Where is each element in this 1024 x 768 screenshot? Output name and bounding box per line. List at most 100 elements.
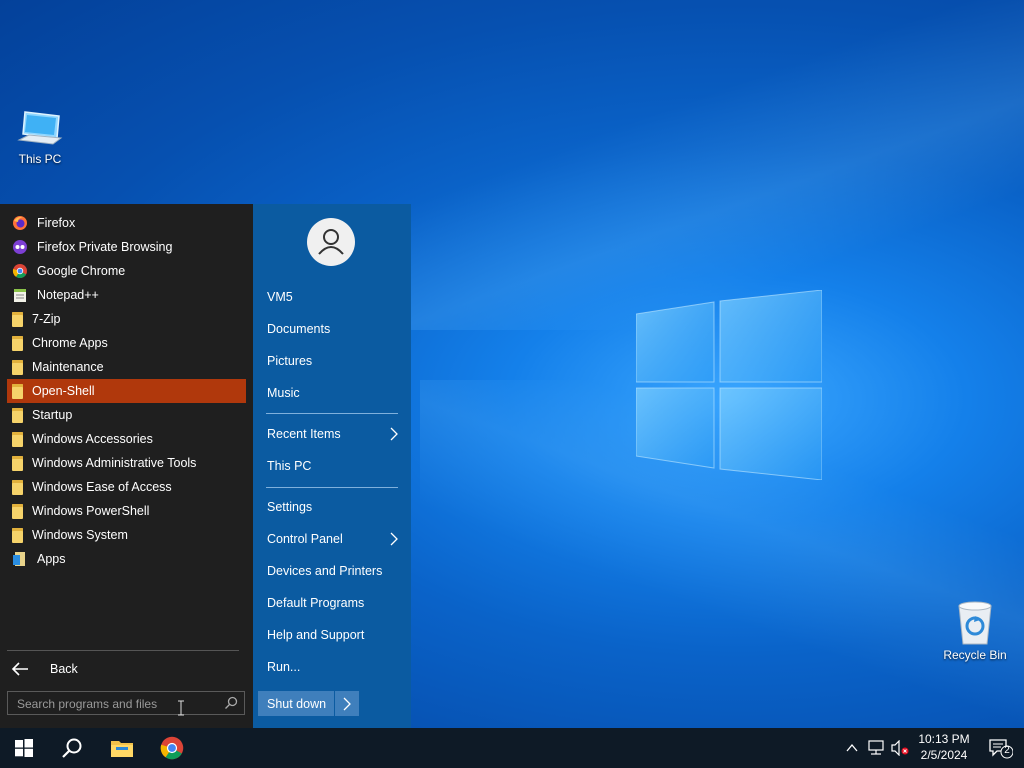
program-folder-startup[interactable]: Startup [7, 403, 246, 427]
search-input[interactable] [8, 692, 229, 716]
places-label: Documents [267, 322, 331, 336]
places-run[interactable]: Run... [258, 653, 404, 681]
chevron-right-icon [390, 427, 398, 441]
program-folder-open-shell[interactable]: Open-Shell [7, 379, 246, 403]
search-icon [62, 738, 82, 758]
places-recent-items[interactable]: Recent Items [258, 420, 404, 448]
chevron-right-icon [343, 697, 352, 710]
back-label: Back [50, 662, 78, 676]
program-folder-windows-ease-of-access[interactable]: Windows Ease of Access [7, 475, 246, 499]
notepad-plus-plus-icon [14, 289, 26, 302]
program-label: Google Chrome [37, 264, 126, 278]
folder-icon [12, 479, 23, 495]
firefox-private-icon [13, 240, 27, 254]
shutdown-options-button[interactable] [334, 691, 359, 716]
program-firefox-private-browsing[interactable]: Firefox Private Browsing [7, 235, 246, 259]
start-button[interactable] [0, 728, 48, 768]
program-folder-windows-system[interactable]: Windows System [7, 523, 246, 547]
chevron-up-icon [846, 744, 858, 752]
search-box[interactable] [7, 691, 245, 716]
program-folder-windows-powershell[interactable]: Windows PowerShell [7, 499, 246, 523]
shutdown-control: Shut down [258, 691, 359, 716]
places-control-panel[interactable]: Control Panel [258, 525, 404, 553]
program-label: Startup [32, 408, 73, 422]
places-music[interactable]: Music [258, 379, 404, 407]
search-button[interactable] [48, 728, 96, 768]
places-pictures[interactable]: Pictures [258, 347, 404, 375]
places-default-programs[interactable]: Default Programs [258, 589, 404, 617]
places-this-pc[interactable]: This PC [258, 452, 404, 480]
places-label: Settings [267, 500, 313, 514]
shutdown-label: Shut down [267, 696, 327, 711]
taskbar-clock[interactable]: 10:13 PM 2/5/2024 [912, 731, 976, 763]
action-center-button[interactable]: 2 [980, 728, 1020, 768]
folder-icon [12, 407, 23, 423]
folder-icon [12, 431, 23, 447]
desktop-icon-label: Recycle Bin [943, 648, 1007, 662]
program-apps[interactable]: Apps [7, 547, 246, 571]
folder-icon [12, 527, 23, 543]
programs-separator [7, 650, 239, 651]
program-label: 7-Zip [32, 312, 61, 326]
apps-icon [13, 552, 25, 566]
notification-count-badge: 2 [1004, 745, 1010, 756]
places-label: Pictures [267, 354, 313, 368]
program-folder-7-zip[interactable]: 7-Zip [7, 307, 246, 331]
shutdown-button[interactable]: Shut down [258, 691, 334, 716]
folder-icon [12, 311, 23, 327]
program-folder-windows-administrative-tools[interactable]: Windows Administrative Tools [7, 451, 246, 475]
desktop-icon-recycle-bin[interactable]: Recycle Bin [935, 600, 1015, 662]
folder-icon [12, 359, 23, 375]
program-label: Firefox [37, 216, 76, 230]
places-label: Help and Support [267, 628, 365, 642]
user-name-label: VM5 [267, 290, 293, 304]
chrome-icon [12, 264, 27, 279]
program-label: Windows System [32, 528, 128, 542]
file-explorer-icon [111, 741, 133, 757]
program-folder-chrome-apps[interactable]: Chrome Apps [7, 331, 246, 355]
show-hidden-icons-button[interactable] [840, 728, 864, 768]
places-separator [266, 413, 398, 414]
places-label: Default Programs [267, 596, 365, 610]
program-label: Apps [37, 552, 66, 566]
program-label: Windows Ease of Access [32, 480, 172, 494]
places-separator [266, 487, 398, 488]
search-icon [225, 696, 238, 709]
chrome-taskbar-button[interactable] [148, 728, 196, 768]
places-label: Control Panel [267, 532, 343, 546]
folder-icon [12, 455, 23, 471]
places-label: Devices and Printers [267, 564, 383, 578]
places-documents[interactable]: Documents [258, 315, 404, 343]
folder-icon [12, 503, 23, 519]
folder-icon [12, 383, 23, 399]
program-label: Notepad++ [37, 288, 99, 302]
volume-button[interactable] [888, 728, 912, 768]
program-firefox[interactable]: Firefox [7, 211, 246, 235]
network-button[interactable] [864, 728, 888, 768]
places-settings[interactable]: Settings [258, 493, 404, 521]
places-label: Run... [267, 660, 301, 674]
program-notepad-plus-plus[interactable]: Notepad++ [7, 283, 246, 307]
program-google-chrome[interactable]: Google Chrome [7, 259, 246, 283]
file-explorer-button[interactable] [98, 728, 146, 768]
this-pc-icon [17, 111, 63, 145]
text-cursor-icon [178, 700, 184, 716]
places-label: Music [267, 386, 300, 400]
program-label: Windows Accessories [32, 432, 153, 446]
program-folder-windows-accessories[interactable]: Windows Accessories [7, 427, 246, 451]
chevron-right-icon [390, 532, 398, 546]
program-label: Open-Shell [32, 384, 95, 398]
places-user-name[interactable]: VM5 [258, 283, 404, 311]
back-button[interactable]: Back [7, 656, 246, 682]
places-devices-and-printers[interactable]: Devices and Printers [258, 557, 404, 585]
places-help-and-support[interactable]: Help and Support [258, 621, 404, 649]
places-label: This PC [267, 459, 312, 473]
volume-muted-icon [891, 740, 909, 756]
clock-date: 2/5/2024 [920, 748, 968, 762]
desktop-icon-label: This PC [18, 152, 62, 166]
program-label: Firefox Private Browsing [37, 240, 173, 254]
program-folder-maintenance[interactable]: Maintenance [7, 355, 246, 379]
desktop-icon-this-pc[interactable]: This PC [0, 108, 80, 166]
user-avatar[interactable] [307, 218, 355, 266]
recycle-bin-icon [958, 601, 992, 645]
